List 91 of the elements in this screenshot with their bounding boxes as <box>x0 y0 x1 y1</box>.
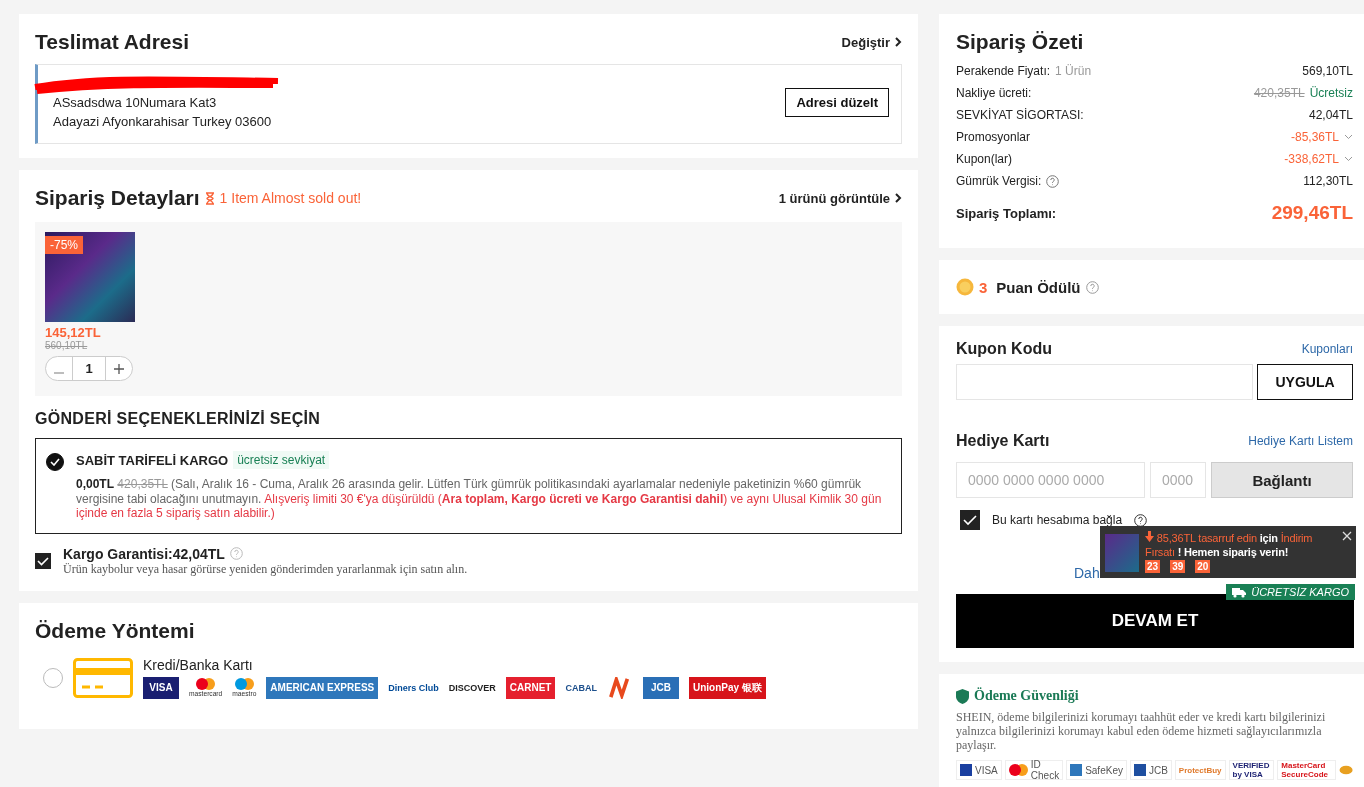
gift-card-title: Hediye Kartı <box>956 432 1050 450</box>
free-shipping-tag: ücretsiz sevkiyat <box>233 451 330 469</box>
coupon-input-field[interactable] <box>956 364 1253 400</box>
photo-placeholder <box>1105 534 1139 572</box>
section-title: Sipariş Özeti <box>956 30 1085 54</box>
chevron-down-icon[interactable] <box>1344 134 1353 140</box>
points-count: 3 <box>979 278 988 296</box>
summary-label: SEVKİYAT SİGORTASI: <box>956 108 1084 122</box>
section-title: Sipariş Detayları <box>35 186 200 210</box>
summary-label: Nakliye ücreti: <box>956 86 1032 100</box>
payment-method-label: Kredi/Banka Kartı <box>143 656 254 673</box>
summary-value: -85,36TL <box>1290 130 1339 144</box>
points-label: Puan Ödülü <box>996 278 1081 296</box>
summary-value: -338,62TL <box>1284 152 1339 166</box>
change-link[interactable]: Değiştir <box>841 34 902 50</box>
total-label: Sipariş Toplamı: <box>956 205 1057 221</box>
chevron-right-icon <box>894 193 902 203</box>
summary-label: Gümrük Vergisi: <box>956 174 1042 188</box>
item-price: 145,12TL <box>45 325 102 340</box>
guarantee-description: Ürün kaybolur veya hasar görürse yeniden gönderimden yararlanmak için satın alın. <box>63 561 468 577</box>
card-logo: JCB <box>642 676 679 699</box>
arrow-down-icon <box>1145 531 1154 542</box>
apply-button[interactable]: UYGULA <box>1257 364 1353 400</box>
section-title: Ödeme Yöntemi <box>35 618 196 643</box>
total-value: 299,46TL <box>1271 202 1353 224</box>
security-badge: JCB <box>1129 760 1172 780</box>
summary-value: 112,30TL <box>1303 174 1353 188</box>
free-shipping-badge: ÜCRETSİZ KARGO <box>1226 584 1355 600</box>
selected-check-icon[interactable] <box>46 453 64 471</box>
photo-placeholder[interactable] <box>45 232 135 322</box>
summary-value: 42,04TL <box>1308 108 1353 122</box>
checkbox[interactable] <box>960 510 980 530</box>
old-value: 420,35TL <box>1253 86 1305 100</box>
card-logo: VISA <box>143 676 179 699</box>
summary-value: 569,10TL <box>1302 64 1353 78</box>
promo-message: 85,36TL tasarruf edin için İndirim Fırsatı ! Hemen sipariş verin! <box>1145 531 1314 559</box>
plus-icon[interactable] <box>114 363 124 374</box>
security-badge: SafeKey <box>1066 760 1127 780</box>
credit-card-icon <box>73 657 133 698</box>
shipping-option[interactable] <box>35 438 902 534</box>
card-logo: Diners Club <box>388 681 439 695</box>
quantity-value: 1 <box>72 357 106 380</box>
bind-card-label: Bu kartı hesabıma bağla <box>992 513 1123 527</box>
summary-value: Ücretsiz <box>1309 86 1353 100</box>
link-card-button[interactable]: Bağlantı <box>1211 462 1353 498</box>
view-items-link[interactable]: 1 ürünü görüntüle <box>778 190 902 206</box>
card-logo: UnionPay 银联 <box>688 676 766 699</box>
card-logo: CABAL <box>565 681 597 695</box>
coupon-title: Kupon Kodu <box>956 340 1052 358</box>
shield-icon <box>956 688 969 704</box>
stock-warning: 1 Item Almost sold out! <box>219 190 362 206</box>
gift-card-list-link[interactable]: Hediye Kartı Listem <box>1248 434 1353 448</box>
chevron-right-icon <box>894 37 902 47</box>
coin-icon <box>956 278 974 296</box>
hourglass-icon <box>204 191 215 205</box>
original-price: 560,10TL <box>45 340 89 351</box>
address-line: ASsadsdwa 10Numara Kat3 <box>53 94 218 112</box>
edit-address-button[interactable]: Adresi düzelt <box>785 87 889 117</box>
help-icon[interactable] <box>1134 513 1148 527</box>
pin-field[interactable]: 0000 <box>1150 462 1206 498</box>
card-logo: CARNET <box>505 676 556 699</box>
summary-label: Kupon(lar) <box>956 152 1013 166</box>
summary-label: Promosyonlar <box>956 130 1031 144</box>
security-badge: VERIFIED by VISA <box>1228 760 1275 780</box>
more-link[interactable]: Dah <box>1074 565 1100 581</box>
chevron-down-icon[interactable] <box>1344 156 1353 162</box>
countdown-digit: 39 <box>1170 560 1186 573</box>
card-logo: DISCOVER <box>448 681 496 695</box>
card-logo: AMERICAN EXPRESS <box>266 676 379 699</box>
countdown-digit: 23 <box>1145 560 1161 573</box>
security-badge: MasterCard SecureCode <box>1277 760 1336 780</box>
countdown-digit: 20 <box>1195 560 1211 573</box>
quantity-stepper[interactable]: 1 <box>45 356 133 381</box>
security-title: Ödeme Güvenliği <box>974 688 1079 704</box>
shipping-name: SABİT TARİFELİ KARGO <box>76 452 229 468</box>
shipping-title: GÖNDERİ SEÇENEKLERİNİZİ SEÇİN <box>35 410 322 428</box>
summary-label: Perakende Fiyatı: <box>956 64 1051 78</box>
security-text: SHEIN, ödeme bilgilerinizi korumayı taahhüt eder ve kredi kartı bilgilerinizi yalnızca bilgilerinizi korumayı kabul eden ödeme hizmeti sağlayıcılarımızla paylaşır. <box>956 710 1327 752</box>
security-badge: ID Check <box>1004 760 1064 780</box>
security-badge: VISA <box>956 760 1002 780</box>
security-badge: ProtectBuy <box>1174 760 1226 780</box>
address-line: Adayazi Afyonkarahisar Turkey 03600 <box>53 113 272 131</box>
checkbox[interactable] <box>35 553 51 569</box>
shipping-details-text: 0,00TL 420,35TL (Salı, Aralık 16 - Cuma, Aralık 26 arasında gelir. Lütfen Türk gümrük politikasındaki ayarlamalar nedeniyle paketinizin %60 gümrük vergisine tabi olacağını unutmayın. Alışveriş limiti 30 €'ya düşürüldü (Ara toplam, Kargo ücreti ve Kargo Garantisi dahil) ve aynı Ulusal Kimlik 30 gün içinde en fazla 5 sipariş satın alabilir.) <box>76 477 883 521</box>
guarantee-label: Kargo Garantisi:42,04TL <box>63 545 225 562</box>
coupons-link[interactable]: Kuponları <box>1301 342 1353 356</box>
discount-badge: -75% <box>45 236 83 254</box>
item-count: 1 Ürün <box>1055 64 1092 78</box>
close-icon[interactable] <box>1342 531 1352 541</box>
card-number-field[interactable]: 0000 0000 0000 0000 <box>956 462 1145 498</box>
section-title: Teslimat Adresi <box>35 30 190 54</box>
